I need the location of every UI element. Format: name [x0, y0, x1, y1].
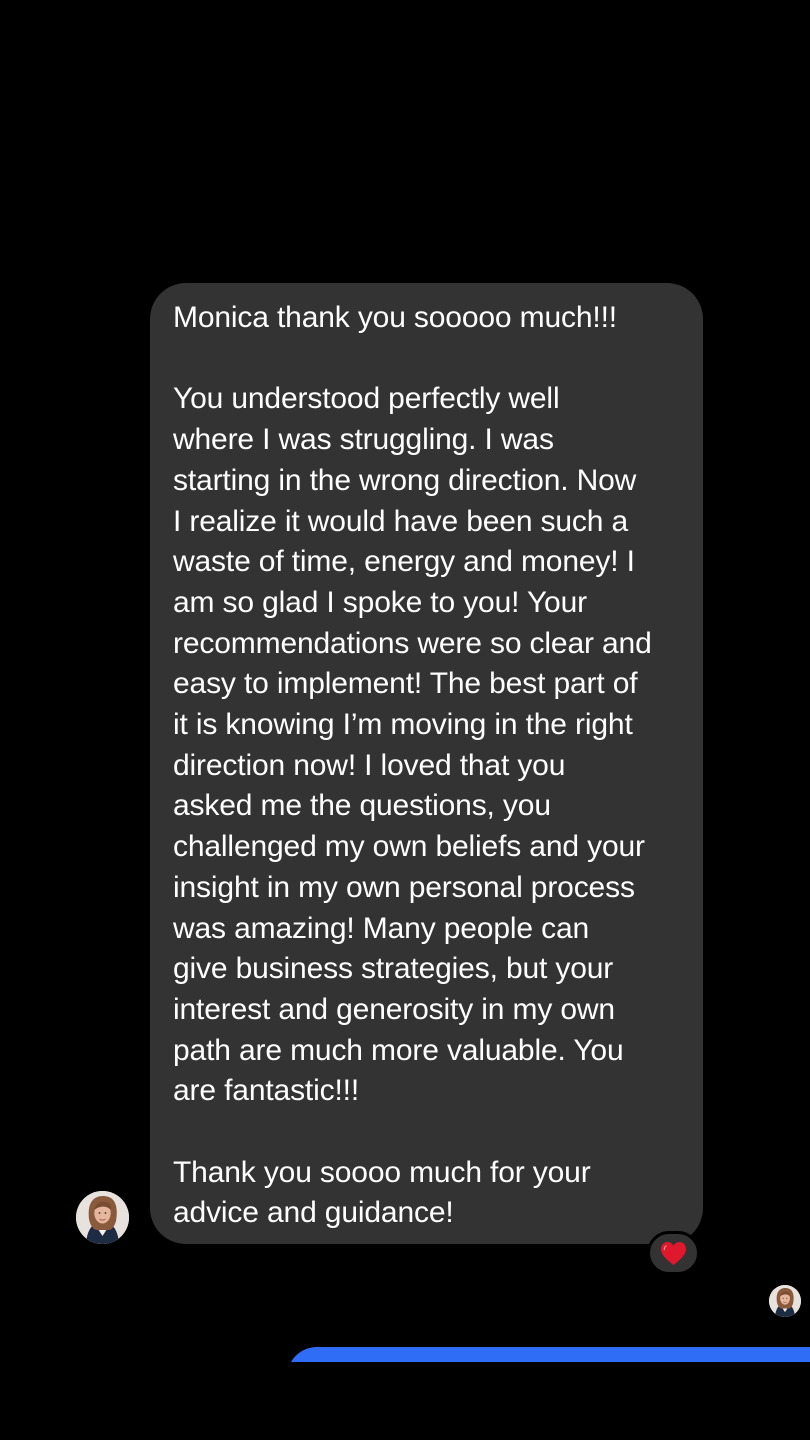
- sender-avatar[interactable]: [76, 1191, 129, 1244]
- message-paragraph-body: You understood perfectly well where I wa…: [173, 382, 652, 1108]
- reaction-badge[interactable]: [647, 1231, 700, 1275]
- message-paragraph-closing: Thank you soooo much for your advice and…: [173, 1155, 591, 1230]
- profile-photo-icon: [76, 1191, 129, 1244]
- message-thread: Monica thank you sooooo much!!! You unde…: [0, 0, 810, 1440]
- bottom-black-area: [0, 1362, 810, 1440]
- incoming-message-bubble[interactable]: Monica thank you sooooo much!!! You unde…: [150, 283, 703, 1244]
- profile-photo-icon: [769, 1285, 801, 1317]
- read-receipt-avatar: [769, 1285, 801, 1317]
- red-heart-icon: [661, 1241, 686, 1265]
- message-paragraph-greeting: Monica thank you sooooo much!!!: [173, 301, 617, 334]
